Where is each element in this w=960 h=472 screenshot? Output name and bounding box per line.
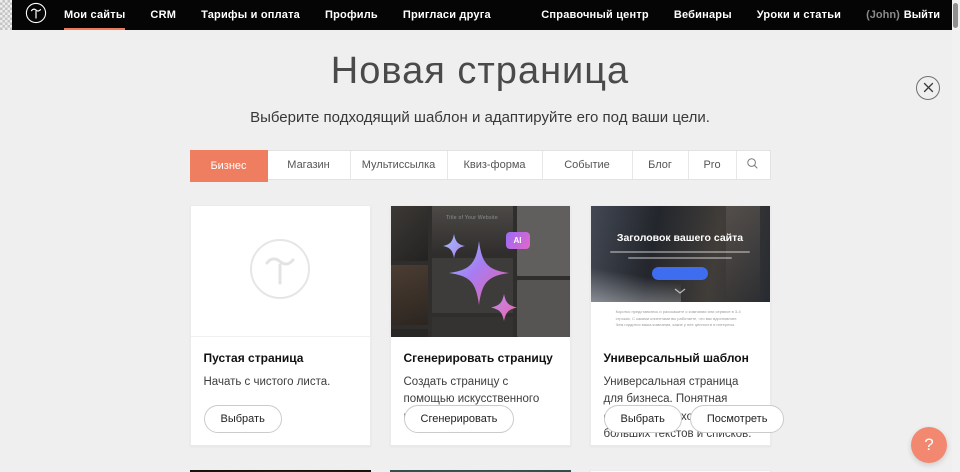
- tilda-ghost-logo-icon: [249, 238, 311, 305]
- topbar: Мои сайты CRM Тарифы и оплата Профиль Пр…: [0, 0, 960, 30]
- primary-nav: Мои сайты CRM Тарифы и оплата Профиль Пр…: [64, 0, 516, 30]
- secondary-nav: Справочный центр Вебинары Уроки и статьи…: [516, 0, 940, 30]
- edge-texture: [0, 0, 12, 30]
- card-actions: Сгенерировать: [404, 405, 515, 433]
- user-name: (John): [866, 9, 900, 21]
- template-paragraph: Коротко представьтесь и расскажите о ком…: [616, 309, 745, 329]
- template-preview: Заголовок вашего сайта Коротко представь…: [591, 206, 770, 337]
- new-page-modal: Новая страница Выберите подходящий шабло…: [0, 30, 960, 472]
- card-actions: Выбрать Посмотреть: [604, 405, 785, 433]
- nav-help-center[interactable]: Справочный центр: [541, 0, 649, 30]
- nav-my-sites[interactable]: Мои сайты: [64, 0, 125, 30]
- tilda-logo[interactable]: [25, 2, 47, 29]
- nav-invite-friend[interactable]: Пригласи друга: [403, 0, 491, 30]
- choose-button[interactable]: Выбрать: [604, 405, 682, 433]
- tab-blog[interactable]: Блог: [633, 151, 689, 179]
- hero-text-line: [610, 251, 750, 253]
- card-info: Универсальный шаблон Универсальная стран…: [591, 337, 770, 445]
- nav-plans-payment[interactable]: Тарифы и оплата: [201, 0, 300, 30]
- tilda-logo-icon: [25, 2, 47, 29]
- card-actions: Выбрать: [204, 405, 282, 433]
- template-hero: Заголовок вашего сайта: [591, 206, 770, 302]
- hero-text-line: [628, 257, 732, 259]
- card-description: Начать с чистого листа.: [204, 374, 357, 391]
- card-title: Пустая страница: [204, 351, 357, 365]
- card-title: Сгенерировать страницу: [404, 351, 557, 365]
- template-cards: Пустая страница Начать с чистого листа. …: [190, 205, 771, 446]
- ai-preview-collage: Title of Your Website: [391, 206, 570, 337]
- scrollbar-thumb[interactable]: [953, 3, 958, 28]
- nav-webinars[interactable]: Вебинары: [674, 0, 732, 30]
- card-ai-generate[interactable]: Title of Your Website: [390, 205, 571, 446]
- tab-store[interactable]: Магазин: [268, 151, 351, 179]
- card-info: Пустая страница Начать с чистого листа. …: [191, 337, 370, 445]
- template-hero-button: [652, 267, 708, 280]
- tab-pro[interactable]: Pro: [689, 151, 737, 179]
- blank-page-preview: [191, 206, 370, 337]
- scrollbar[interactable]: [952, 0, 960, 472]
- view-button[interactable]: Посмотреть: [690, 405, 785, 433]
- card-blank-page[interactable]: Пустая страница Начать с чистого листа. …: [190, 205, 371, 446]
- help-widget-button[interactable]: ?: [911, 427, 947, 463]
- close-button[interactable]: [916, 76, 940, 100]
- choose-button[interactable]: Выбрать: [204, 405, 282, 433]
- nav-profile[interactable]: Профиль: [325, 0, 378, 30]
- card-universal-template[interactable]: Заголовок вашего сайта Коротко представь…: [590, 205, 771, 446]
- nav-lessons-articles[interactable]: Уроки и статьи: [757, 0, 841, 30]
- tab-event[interactable]: Событие: [543, 151, 633, 179]
- nav-crm[interactable]: CRM: [150, 0, 176, 30]
- template-body: Коротко представьтесь и расскажите о ком…: [591, 302, 770, 337]
- generate-button[interactable]: Сгенерировать: [404, 405, 515, 433]
- logout-link[interactable]: Выйти: [904, 9, 940, 21]
- tab-search[interactable]: [737, 151, 769, 179]
- ai-badge: AI: [506, 232, 530, 249]
- question-icon: ?: [924, 435, 933, 455]
- chevron-down-icon: [674, 281, 686, 299]
- tab-business[interactable]: Бизнес: [190, 150, 268, 182]
- search-icon: [746, 157, 759, 173]
- close-icon: [923, 81, 934, 96]
- tab-quiz-form[interactable]: Квиз-форма: [448, 151, 543, 179]
- card-info: Сгенерировать страницу Создать страницу …: [391, 337, 570, 445]
- card-title: Универсальный шаблон: [604, 351, 757, 365]
- page-subtitle: Выберите подходящий шаблон и адаптируйте…: [0, 109, 960, 126]
- ai-sparkle-icon: [391, 206, 570, 337]
- template-hero-heading: Заголовок вашего сайта: [591, 206, 770, 244]
- tab-multilink[interactable]: Мультиссылка: [351, 151, 448, 179]
- template-category-tabs: Бизнес Магазин Мультиссылка Квиз-форма С…: [190, 150, 771, 180]
- user-session: (John) Выйти: [866, 9, 940, 21]
- page-title: Новая страница: [0, 30, 960, 93]
